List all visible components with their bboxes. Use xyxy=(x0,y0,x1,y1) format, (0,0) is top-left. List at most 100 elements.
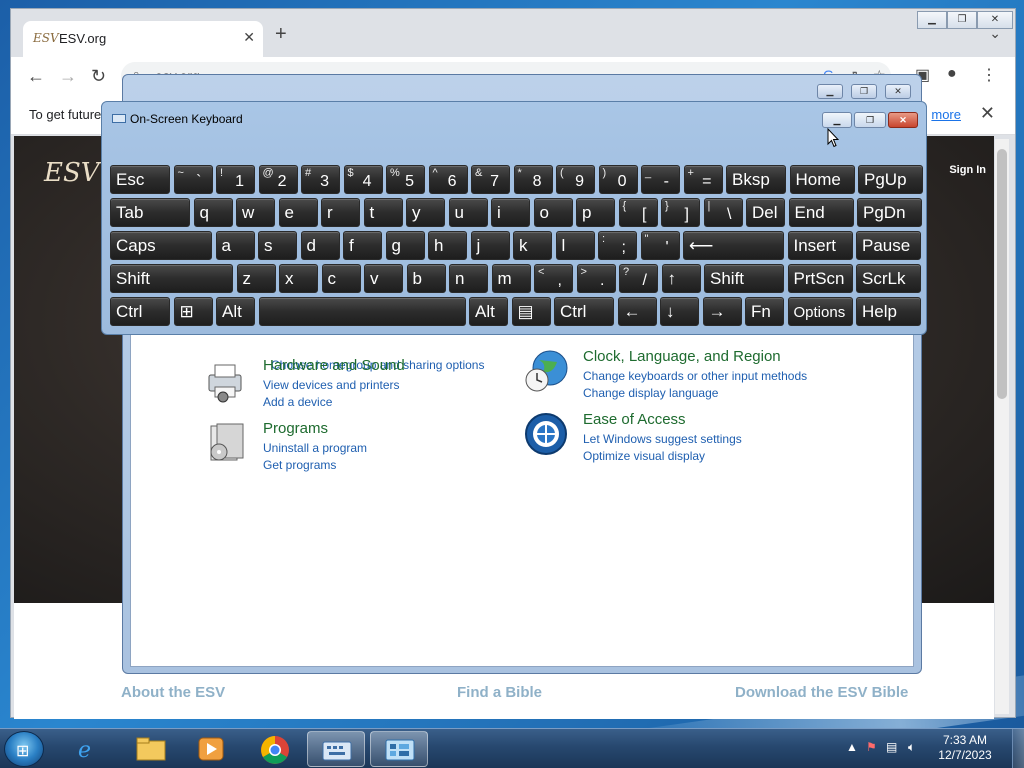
taskbar-ie[interactable]: ℯ xyxy=(62,731,120,767)
reload-icon[interactable]: ↻ xyxy=(91,66,106,87)
cp-link[interactable]: Optimize visual display xyxy=(583,449,705,463)
key-pause-2-14[interactable]: Pause xyxy=(856,231,921,260)
new-tab-icon[interactable]: + xyxy=(275,23,287,46)
footer-link-find-bible[interactable]: Find a Bible xyxy=(457,684,542,701)
cp-link[interactable]: Uninstall a program xyxy=(263,441,367,455)
cp-restore-button[interactable]: ❐ xyxy=(851,84,877,99)
key-a-2-1[interactable]: a xyxy=(215,231,255,260)
key-t-1-5[interactable]: t xyxy=(363,198,403,227)
key-symbol-4-5[interactable]: ▤ xyxy=(511,297,551,326)
cp-link[interactable]: Change display language xyxy=(583,386,718,400)
browser-tab[interactable]: ESV ESV.org ✕ xyxy=(23,21,263,57)
key-m-3-7[interactable]: m xyxy=(491,264,531,293)
cp-link[interactable]: View devices and printers xyxy=(263,378,400,392)
key-d-2-3[interactable]: d xyxy=(300,231,340,260)
taskbar-clock[interactable]: 7:33 AM 12/7/2023 xyxy=(930,733,1000,763)
key-u-1-7[interactable]: u xyxy=(448,198,488,227)
key-c-3-3[interactable]: c xyxy=(321,264,361,293)
key-home-0-15[interactable]: Home xyxy=(789,165,855,194)
key-e-1-3[interactable]: e xyxy=(278,198,318,227)
key-symbol-1-13[interactable]: | \ xyxy=(703,198,743,227)
key-symbol-0-9[interactable]: * 8 xyxy=(513,165,553,194)
show-hidden-icons-arrow[interactable]: ▲ xyxy=(846,740,858,754)
scrollbar-thumb[interactable] xyxy=(997,149,1007,399)
key-l-2-9[interactable]: l xyxy=(555,231,595,260)
cp-category-title[interactable]: Hardware and Sound xyxy=(263,357,405,374)
key-shift-3-0[interactable]: Shift xyxy=(110,264,233,293)
infobar-more-link[interactable]: more xyxy=(931,107,961,122)
osk-restore-button[interactable]: ❐ xyxy=(854,112,886,128)
key-o-1-9[interactable]: o xyxy=(533,198,573,227)
footer-link-download[interactable]: Download the ESV Bible xyxy=(735,684,908,701)
key-i-1-8[interactable]: i xyxy=(491,198,530,227)
key-insert-2-13[interactable]: Insert xyxy=(787,231,853,260)
key-bksp-0-14[interactable]: Bksp xyxy=(726,165,786,194)
key-tab-1-0[interactable]: Tab xyxy=(110,198,190,227)
key-pgup-0-16[interactable]: PgUp xyxy=(858,165,923,194)
key-n-3-6[interactable]: n xyxy=(449,264,488,293)
key-r-1-4[interactable]: r xyxy=(321,198,360,227)
key-symbol-2-12[interactable]: ⟵ xyxy=(683,231,784,260)
browser-menu-icon[interactable]: ⋮ xyxy=(981,65,997,85)
taskbar-media[interactable] xyxy=(182,731,240,767)
key-pgdn-1-16[interactable]: PgDn xyxy=(857,198,922,227)
cp-minimize-button[interactable]: ▁ xyxy=(817,84,843,99)
key-symbol-0-1[interactable]: ~ ` xyxy=(173,165,213,194)
key-ctrl-4-0[interactable]: Ctrl xyxy=(110,297,170,326)
cp-category-title[interactable]: Clock, Language, and Region xyxy=(583,348,781,365)
browser-restore-button[interactable]: ❐ xyxy=(947,11,977,29)
cp-category-title[interactable]: Programs xyxy=(263,420,328,437)
key-symbol-2-10[interactable]: :; xyxy=(598,231,637,260)
osk-close-button[interactable]: ✕ xyxy=(888,112,918,128)
key-symbol-0-3[interactable]: @2 xyxy=(258,165,298,194)
key-symbol-4-1[interactable]: ⊞ xyxy=(173,297,213,326)
key-symbol-0-6[interactable]: % 5 xyxy=(386,165,425,194)
key-symbol-0-13[interactable]: + = xyxy=(683,165,723,194)
key-symbol-3-8[interactable]: <, xyxy=(534,264,573,293)
key-alt-4-2[interactable]: Alt xyxy=(216,297,255,326)
key-symbol-3-9[interactable]: >. xyxy=(576,264,616,293)
osk-minimize-button[interactable]: ▁ xyxy=(822,112,852,128)
key-space-4-3[interactable] xyxy=(258,297,466,326)
key-symbol-0-5[interactable]: $4 xyxy=(343,165,383,194)
cp-category-title[interactable]: Ease of Access xyxy=(583,411,686,428)
network-icon[interactable]: ▤ xyxy=(886,740,897,754)
infobar-close-icon[interactable]: ✕ xyxy=(980,103,995,124)
page-scrollbar[interactable] xyxy=(995,139,1009,714)
key-w-1-2[interactable]: w xyxy=(236,198,275,227)
key-g-2-5[interactable]: g xyxy=(385,231,425,260)
key-caps-2-0[interactable]: Caps xyxy=(110,231,212,260)
key-z-3-1[interactable]: z xyxy=(236,264,276,293)
key-symbol-1-12[interactable]: }] xyxy=(661,198,700,227)
key-ctrl-4-6[interactable]: Ctrl xyxy=(554,297,614,326)
key-symbol-0-7[interactable]: ^ 6 xyxy=(428,165,468,194)
key-symbol-4-8[interactable]: ↓ xyxy=(660,297,699,326)
key-p-1-10[interactable]: p xyxy=(576,198,615,227)
taskbar-chrome[interactable] xyxy=(246,731,304,767)
browser-minimize-button[interactable]: ▁ xyxy=(917,11,947,29)
esv-logo[interactable]: ESV xyxy=(44,158,100,188)
key-esc-0-0[interactable]: Esc xyxy=(110,165,170,194)
key-x-3-2[interactable]: x xyxy=(279,264,318,293)
key-symbol-4-7[interactable]: ← xyxy=(617,297,657,326)
key-symbol-3-10[interactable]: ? / xyxy=(619,264,658,293)
key-symbol-4-9[interactable]: → xyxy=(702,297,742,326)
cp-close-button[interactable]: ✕ xyxy=(885,84,911,99)
profile-avatar-icon[interactable]: ● xyxy=(947,65,957,83)
key-symbol-0-12[interactable]: _ - xyxy=(641,165,680,194)
key-v-3-4[interactable]: v xyxy=(364,264,403,293)
start-button[interactable]: ⊞ xyxy=(4,731,44,767)
key-fn-4-10[interactable]: Fn xyxy=(745,297,784,326)
key-j-2-7[interactable]: j xyxy=(470,231,510,260)
taskbar-explorer[interactable] xyxy=(122,731,180,767)
key-s-2-2[interactable]: s xyxy=(258,231,297,260)
key-k-2-8[interactable]: k xyxy=(513,231,552,260)
key-shift-3-12[interactable]: Shift xyxy=(704,264,784,293)
footer-link-about[interactable]: About the ESV xyxy=(121,684,225,701)
key-symbol-0-11[interactable]: ) 0 xyxy=(598,165,638,194)
sign-in-link[interactable]: Sign In xyxy=(949,164,986,176)
key-help-4-12[interactable]: Help xyxy=(856,297,921,326)
key-prtscn-3-13[interactable]: PrtScn xyxy=(787,264,853,293)
cp-link[interactable]: Get programs xyxy=(263,458,336,472)
cp-link[interactable]: Let Windows suggest settings xyxy=(583,432,742,446)
